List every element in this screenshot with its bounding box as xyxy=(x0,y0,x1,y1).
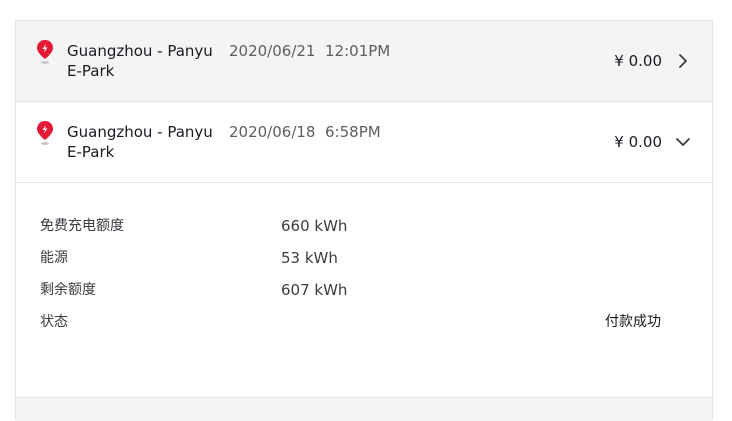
next-record-row-partial[interactable] xyxy=(16,397,712,421)
charging-date: 2020/06/21 xyxy=(229,42,316,60)
status-label: 状态 xyxy=(40,314,68,330)
free-charge-value: 660 kWh xyxy=(281,217,348,235)
charging-time: 12:01PM xyxy=(325,42,391,60)
charging-amount: ¥ 0.00 xyxy=(614,52,662,70)
charging-datetime: 2020/06/21 12:01PM xyxy=(229,41,390,61)
charging-date: 2020/06/18 xyxy=(229,123,316,141)
charging-record-row[interactable]: Guangzhou - Panyu E-Park 2020/06/18 6:58… xyxy=(16,102,712,183)
detail-row-status: 状态 付款成功 xyxy=(16,310,712,334)
remaining-value: 607 kWh xyxy=(281,281,348,299)
energy-label: 能源 xyxy=(40,250,68,266)
status-value: 付款成功 xyxy=(605,314,661,330)
charging-record-row[interactable]: Guangzhou - Panyu E-Park 2020/06/21 12:0… xyxy=(16,21,712,102)
detail-row-remaining: 剩余额度 607 kWh xyxy=(16,278,712,302)
charging-history-list: Guangzhou - Panyu E-Park 2020/06/21 12:0… xyxy=(15,20,713,421)
location-subname: E-Park xyxy=(67,143,115,161)
charging-record-details: 免费充电额度 660 kWh 能源 53 kWh 剩余额度 607 kWh 状态… xyxy=(16,183,712,397)
free-charge-label: 免费充电额度 xyxy=(40,218,124,234)
charging-amount: ¥ 0.00 xyxy=(614,133,662,151)
detail-row-energy: 能源 53 kWh xyxy=(16,246,712,270)
chevron-down-icon[interactable] xyxy=(674,132,692,152)
remaining-label: 剩余额度 xyxy=(40,282,96,298)
location-name: Guangzhou - Panyu xyxy=(67,123,213,141)
supercharger-pin-icon xyxy=(37,40,53,64)
chevron-right-icon[interactable] xyxy=(674,51,692,71)
location-subname: E-Park xyxy=(67,62,115,80)
detail-row-free-charge: 免费充电额度 660 kWh xyxy=(16,214,712,238)
location-name: Guangzhou - Panyu xyxy=(67,42,213,60)
supercharger-pin-icon xyxy=(37,121,53,145)
charging-location: Guangzhou - Panyu E-Park xyxy=(67,122,227,162)
charging-location: Guangzhou - Panyu E-Park xyxy=(67,41,227,81)
energy-value: 53 kWh xyxy=(281,249,338,267)
charging-datetime: 2020/06/18 6:58PM xyxy=(229,122,381,142)
charging-time: 6:58PM xyxy=(325,123,381,141)
